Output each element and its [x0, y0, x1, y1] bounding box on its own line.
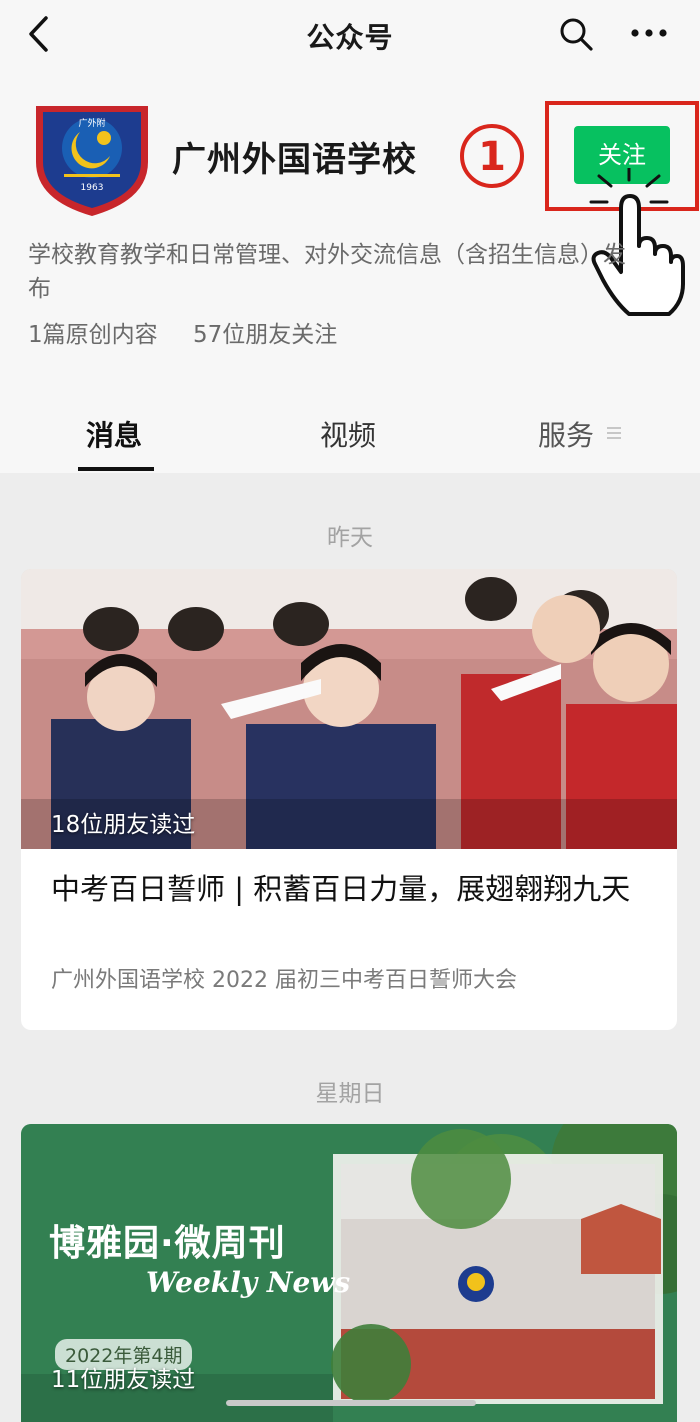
article-title: 中考百日誓师 | 积蓄百日力量，展翅翱翔九天	[51, 872, 631, 906]
cover-title: 博雅园·微周刊	[49, 1223, 286, 1264]
tab-videos[interactable]: 视频	[320, 414, 376, 454]
more-icon[interactable]	[630, 28, 668, 38]
follower-count: 57位朋友关注	[192, 322, 338, 348]
original-count: 1篇原创内容	[28, 322, 158, 348]
article-digest: 广州外国语学校 2022 届初三中考百日誓师大会	[51, 968, 517, 993]
nav-title: 公众号	[306, 21, 394, 54]
account-stats: 1篇原创内容 57位朋友关注	[28, 315, 365, 349]
school-logo: 广外附 1963	[36, 106, 148, 216]
account-header: 公众号 广外附 1963 广州外国语学校 1 关注 学校教育教学和日常管理、对外…	[0, 0, 700, 473]
tab-services[interactable]: 服务	[538, 414, 594, 454]
search-icon[interactable]	[558, 16, 594, 52]
read-count: 18位朋友读过	[51, 812, 196, 838]
step-marker: 1	[460, 124, 524, 188]
logo-year: 1963	[81, 183, 104, 193]
article-card[interactable]: 18位朋友读过 中考百日誓师 | 积蓄百日力量，展翅翱翔九天 广州外国语学校 2…	[21, 569, 677, 1030]
menu-lines-icon[interactable]	[607, 426, 621, 440]
account-name: 广州外国语学校	[172, 140, 417, 180]
tab-messages[interactable]: 消息	[86, 414, 142, 454]
logo-text: 广外附	[78, 117, 105, 129]
official-account-page: 公众号 广外附 1963 广州外国语学校 1 关注 学校教育教学和日常管理、对外…	[0, 0, 700, 1422]
account-description: 学校教育教学和日常管理、对外交流信息（含招生信息）发布	[28, 242, 626, 302]
tab-bar: 消息 视频 服务	[0, 400, 700, 473]
read-count: 11位朋友读过	[51, 1367, 196, 1393]
home-indicator	[226, 1400, 476, 1406]
article-card[interactable]: 博雅园·微周刊 Weekly News 2022年第4期 11位朋友读过	[21, 1124, 677, 1422]
date-label: 星期日	[315, 1081, 385, 1107]
active-tab-indicator	[78, 467, 154, 471]
cover-subtitle: Weekly News	[146, 1266, 351, 1299]
svg-text:1: 1	[478, 134, 506, 180]
nav-bar: 公众号	[0, 0, 700, 70]
date-label: 昨天	[327, 525, 373, 551]
